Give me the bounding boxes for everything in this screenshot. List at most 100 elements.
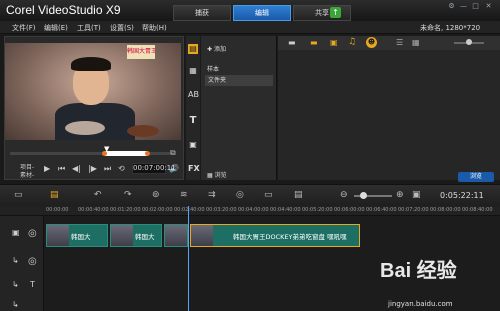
timeline-timecode[interactable]: 0:05:22:11 <box>440 191 484 200</box>
list-view-icon[interactable]: ☰ <box>396 38 403 47</box>
food-bowl <box>127 125 159 137</box>
tab-capture[interactable]: 捕获 <box>173 5 231 21</box>
audio-filter-icon[interactable]: ♫ <box>348 37 356 47</box>
menu-tools[interactable]: 工具(T) <box>77 23 101 33</box>
redo-icon[interactable]: ↷ <box>124 190 132 200</box>
instant-project-icon[interactable]: ▦ <box>188 66 198 76</box>
next-frame-icon[interactable]: |▶ <box>88 164 97 173</box>
overlay-icon: ◎ <box>28 256 37 267</box>
maximize-icon[interactable]: □ <box>471 2 480 11</box>
ruler-tick: 00:03:20:00 <box>206 207 237 213</box>
zoom-out-icon[interactable]: ⊖ <box>340 190 348 200</box>
clip-mode-label[interactable]: 素材- <box>20 170 34 179</box>
track-headers: ▣ ◎ ↳ ◎ ↳ T ↳ <box>0 216 44 311</box>
filter-icon[interactable]: FX <box>188 164 200 174</box>
graphics-icon[interactable]: ▣ <box>188 140 198 150</box>
ruler-tick: 00:00:40:00 <box>78 207 109 213</box>
ruler-tick: 00:06:40:00 <box>366 207 397 213</box>
fx-filter-icon[interactable]: ☻ <box>366 37 377 48</box>
library-side-toolbar: ▤ ▦ AB T ▣ FX <box>186 36 200 180</box>
timeline-view-icon[interactable]: ▤ <box>50 190 59 200</box>
menu-help[interactable]: 帮助(H) <box>142 23 167 33</box>
grid-view-icon[interactable]: ▦ <box>412 38 420 47</box>
folder-item[interactable]: 文件夹 <box>205 75 273 86</box>
title-icon[interactable]: T <box>188 116 198 126</box>
transition-icon[interactable]: AB <box>188 90 199 100</box>
settings-icon[interactable]: ⚙ <box>447 2 456 11</box>
menu-edit[interactable]: 编辑(E) <box>44 23 68 33</box>
thumbnail-size-handle[interactable] <box>466 39 472 45</box>
photo-filter-icon[interactable]: ▣ <box>330 38 338 47</box>
ruler-tick: 00:06:00:00 <box>334 207 365 213</box>
project-name: 未命名, 1280*720 <box>420 24 481 32</box>
repeat-icon[interactable]: ⟲ <box>118 164 125 173</box>
zoom-in-icon[interactable]: ⊕ <box>396 190 404 200</box>
library-folders: ✚ 添加 样本 文件夹 ▦ 浏览 <box>201 36 277 180</box>
tab-share[interactable]: 共享 <box>293 5 351 21</box>
play-icon[interactable]: ▶ <box>44 164 50 173</box>
timeline-clip[interactable]: 韩国大 <box>46 224 108 247</box>
preview-timecode[interactable]: 00:07:00:11 <box>132 163 176 174</box>
multicam-icon[interactable]: ▤ <box>294 190 303 200</box>
ruler-tick: 00:07:20:00 <box>398 207 429 213</box>
audio-track-icon[interactable]: ↳ <box>12 300 19 309</box>
trim-end-marker[interactable] <box>145 151 150 156</box>
overlay-track-icon[interactable]: ↳ <box>12 256 19 265</box>
scrubber-track[interactable] <box>10 152 175 155</box>
tab-edit[interactable]: 编辑 <box>233 5 291 21</box>
app-brand: Corel VideoStudio X9 <box>6 3 121 17</box>
close-icon[interactable]: ✕ <box>484 2 493 11</box>
add-folder-label: 添加 <box>213 46 226 53</box>
title-track-icon[interactable]: ↳ <box>12 280 19 289</box>
ruler-tick: 00:02:40:00 <box>174 207 205 213</box>
timeline-clip-selected[interactable]: 韩国大胃王DOCKEY弟弟吃窗盘 嘿吼嘿 <box>190 224 360 247</box>
ruler-tick: 00:08:00:00 <box>430 207 461 213</box>
ruler-tick: 00:01:20:00 <box>110 207 141 213</box>
copy-icon[interactable]: ⧉ <box>170 148 176 158</box>
go-to-start-icon[interactable]: ⏮ <box>58 164 65 174</box>
food-plate <box>65 121 105 135</box>
menu-settings[interactable]: 设置(S) <box>110 23 134 33</box>
browse-link[interactable]: ▦ 浏览 <box>207 170 227 179</box>
timeline-clip[interactable]: 韩国大 <box>110 224 162 247</box>
clip-thumbnail <box>165 225 187 246</box>
clip-label: 韩国大 <box>135 233 155 241</box>
go-to-end-icon[interactable]: ⏭ <box>104 164 111 174</box>
clip-thumbnail <box>191 225 213 246</box>
add-folder-button[interactable]: ✚ 添加 <box>207 44 226 53</box>
video-track-icon[interactable]: ▣ <box>12 228 20 237</box>
media-icon[interactable]: ▤ <box>188 44 198 54</box>
minimize-icon[interactable]: — <box>459 2 468 11</box>
browse-button[interactable]: 浏览 <box>458 172 494 182</box>
preview-video[interactable]: 韩国大胃王 <box>5 43 181 140</box>
motion-tracking-icon[interactable]: ◎ <box>236 190 244 200</box>
clip-label: 韩国大 <box>71 233 91 241</box>
timeline-ruler[interactable]: 00:00:00 00:00:40:00 00:01:20:00 00:02:0… <box>0 206 500 216</box>
person-hair <box>71 57 111 71</box>
video-sign: 韩国大胃王 <box>127 45 155 59</box>
ruler-tick: 00:05:20:00 <box>302 207 333 213</box>
menu-file[interactable]: 文件(F) <box>12 23 36 33</box>
title-icon: T <box>30 280 35 289</box>
upload-icon[interactable]: ↑ <box>330 7 341 18</box>
playhead[interactable] <box>188 206 189 311</box>
auto-music-icon[interactable]: ⇉ <box>208 190 216 200</box>
timeline-clip[interactable] <box>164 224 188 247</box>
scrubber-handle-icon[interactable]: ▼ <box>104 145 109 153</box>
video-filter-icon[interactable]: ▬ <box>310 38 318 47</box>
fit-project-icon[interactable]: ▣ <box>412 190 421 200</box>
folder-icon[interactable]: ▬ <box>288 38 296 47</box>
watermark-url: jingyan.baidu.com <box>388 300 453 308</box>
record-icon[interactable]: ⊚ <box>152 190 160 200</box>
storyboard-view-icon[interactable]: ▭ <box>14 190 23 200</box>
trim-range[interactable] <box>105 151 148 156</box>
undo-icon[interactable]: ↶ <box>94 190 102 200</box>
previous-frame-icon[interactable]: ◀| <box>72 164 81 173</box>
library-filter-bar: ▬ ▬ ▣ ♫ ☻ ☰ ▦ <box>278 36 500 50</box>
folder-item[interactable]: 样本 <box>207 64 219 73</box>
sound-mixer-icon[interactable]: ≋ <box>180 190 188 200</box>
browse-label: 浏览 <box>214 172 227 179</box>
clip-label: 韩国大胃王DOCKEY弟弟吃窗盘 嘿吼嘿 <box>233 233 347 241</box>
subtitle-icon[interactable]: ▭ <box>264 190 273 200</box>
zoom-slider-handle[interactable] <box>360 192 367 199</box>
